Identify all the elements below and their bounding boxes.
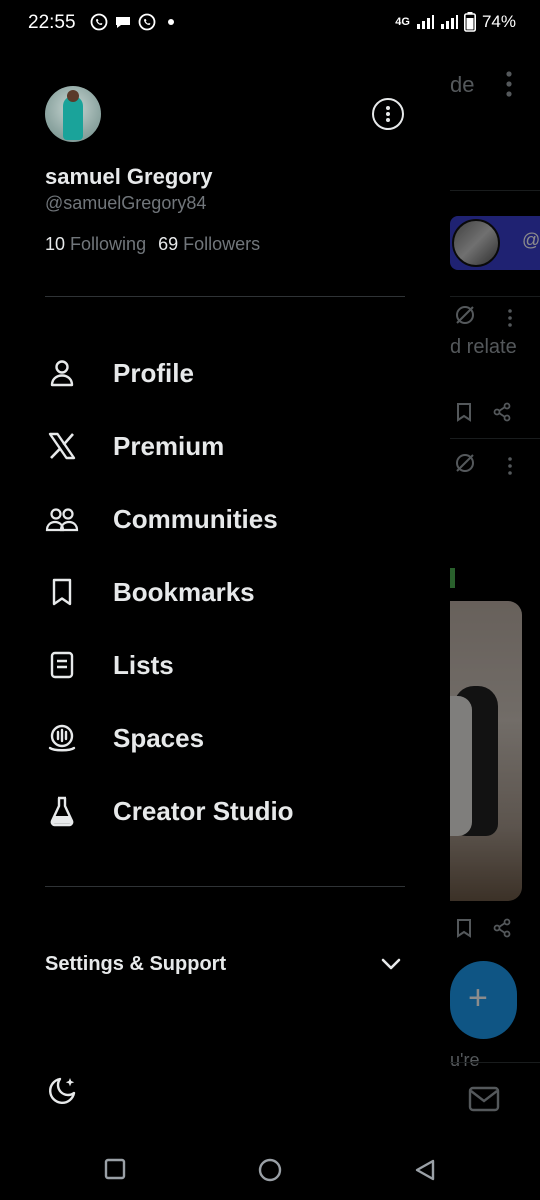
display-name[interactable]: samuel Gregory (45, 164, 213, 190)
menu-item-lists[interactable]: Lists (45, 637, 405, 693)
communities-icon (45, 502, 79, 536)
avatar-figure (63, 96, 83, 140)
battery-icon (463, 12, 476, 32)
status-time: 22:55 (28, 12, 76, 33)
following-label: Following (70, 234, 147, 254)
followers-link[interactable]: 69 Followers (158, 234, 260, 254)
signal-icon (440, 15, 458, 29)
menu-item-label: Bookmarks (113, 576, 255, 607)
theme-toggle-icon[interactable] (45, 1074, 79, 1108)
list-icon (45, 648, 79, 682)
followers-label: Followers (183, 234, 261, 254)
battery-percent: 74% (481, 12, 516, 31)
menu-item-label: Premium (113, 430, 225, 461)
divider (45, 886, 405, 887)
system-icons: 4G 74% (395, 12, 516, 32)
more-notifications-dot (168, 19, 174, 25)
user-handle: @samuelGregory84 (45, 193, 207, 213)
settings-support-label: Settings & Support (45, 952, 227, 975)
signal-icon (416, 15, 434, 29)
navigation-drawer: samuel Gregory @samuelGregory84 10 Follo… (0, 46, 450, 1140)
menu-item-label: Spaces (113, 722, 205, 753)
account-options-button[interactable] (372, 98, 404, 130)
menu-item-premium[interactable]: Premium (45, 418, 405, 474)
back-button[interactable] (414, 1158, 436, 1182)
recents-button[interactable] (104, 1158, 126, 1180)
settings-support-toggle[interactable]: Settings & Support (45, 942, 405, 986)
menu-item-bookmarks[interactable]: Bookmarks (45, 564, 405, 620)
chat-icon (116, 17, 130, 28)
menu-item-label: Profile (113, 357, 194, 388)
person-icon (45, 356, 79, 390)
chevron-down-icon (381, 958, 401, 970)
whatsapp-icon (90, 13, 108, 31)
drawer-scrim[interactable] (450, 46, 540, 1140)
menu-item-creator-studio[interactable]: Creator Studio (45, 783, 405, 839)
following-count: 10 (45, 234, 66, 254)
more-vertical-icon (386, 106, 390, 122)
menu-item-label: Creator Studio (113, 795, 294, 826)
creator-studio-icon (45, 794, 79, 828)
menu-item-communities[interactable]: Communities (45, 491, 405, 547)
avatar-head (67, 90, 79, 102)
follow-stats: 10 Following 69 Followers (45, 234, 260, 255)
following-link[interactable]: 10 Following (45, 234, 146, 254)
menu-item-profile[interactable]: Profile (45, 345, 405, 401)
home-button[interactable] (258, 1158, 282, 1182)
status-bar: 22:55 4G 74% (0, 0, 540, 46)
notification-icons (90, 13, 174, 31)
menu-item-label: Communities (113, 503, 278, 534)
spaces-icon (45, 721, 79, 755)
system-navigation-bar (0, 1140, 540, 1200)
whatsapp-icon (138, 13, 156, 31)
menu-item-spaces[interactable]: Spaces (45, 710, 405, 766)
background-timeline[interactable]: de @ d relate + u're (450, 46, 540, 1140)
menu-item-label: Lists (113, 649, 174, 680)
network-type: 4G (395, 16, 410, 28)
bookmark-icon (45, 575, 79, 609)
followers-count: 69 (158, 234, 179, 254)
avatar[interactable] (45, 86, 101, 142)
divider (45, 296, 405, 297)
x-logo-icon (45, 429, 79, 463)
